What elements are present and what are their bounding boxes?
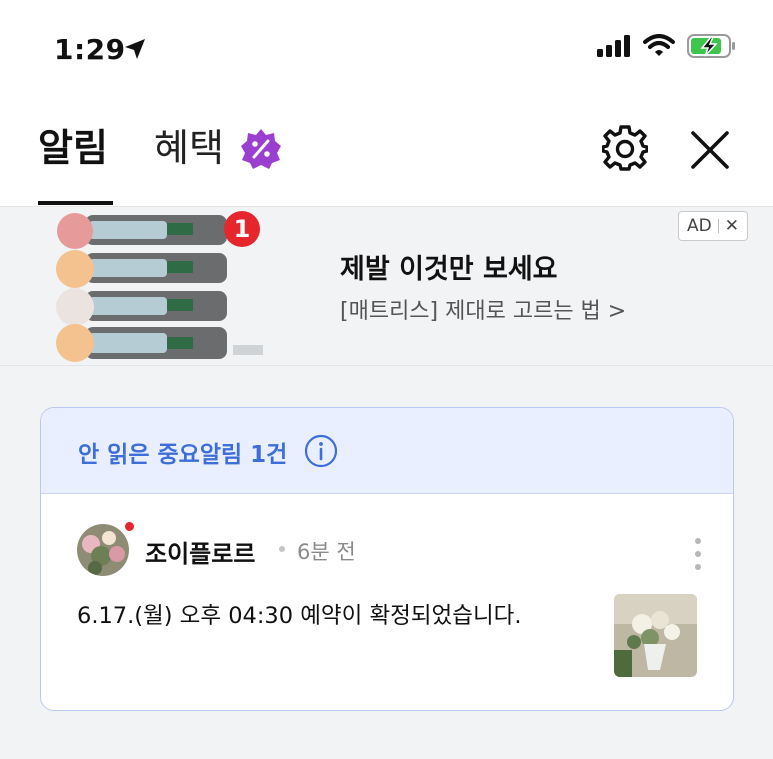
- wifi-icon: [643, 34, 675, 62]
- ad-tag-divider: [717, 219, 719, 233]
- ad-label: AD: [687, 216, 712, 236]
- cellular-signal-icon: [597, 35, 631, 61]
- important-notice-card: 안 읽은 중요알림 1건 조이플로르 6분 전 6.17.(월) 오후 04:3…: [40, 407, 734, 711]
- location-arrow-icon: [124, 38, 146, 64]
- notice-header-text: 안 읽은 중요알림 1건: [78, 442, 288, 468]
- ad-tag[interactable]: AD ✕: [678, 211, 748, 241]
- ad-close-icon[interactable]: ✕: [725, 216, 739, 236]
- tab-alarm[interactable]: 알림: [38, 122, 108, 174]
- notice-header: 안 읽은 중요알림 1건: [41, 408, 733, 494]
- app-header: [0, 100, 773, 207]
- kebab-menu-icon[interactable]: [691, 536, 705, 576]
- ad-banner[interactable]: 1 제발 이것만 보세요 [매트리스] 제대로 고르는 법 > AD ✕: [0, 207, 773, 366]
- status-time: 1:29: [54, 33, 126, 66]
- status-bar: 1:29: [0, 0, 773, 100]
- close-icon[interactable]: [690, 130, 730, 174]
- tab-benefit[interactable]: 혜택: [154, 122, 224, 174]
- separator-dot: [279, 546, 285, 552]
- notification-thumbnail[interactable]: [614, 594, 697, 677]
- percent-badge-icon: [240, 128, 282, 174]
- ad-subtitle[interactable]: [매트리스] 제대로 고르는 법 >: [340, 293, 626, 325]
- battery-charging-icon: [687, 34, 737, 62]
- time-ago: 6분 전: [297, 540, 356, 564]
- active-tab-indicator: [38, 201, 113, 205]
- avatar[interactable]: [77, 524, 129, 576]
- status-icons: [597, 34, 737, 62]
- gear-icon[interactable]: [601, 125, 649, 175]
- ad-title[interactable]: 제발 이것만 보세요: [340, 247, 558, 286]
- info-icon[interactable]: [304, 434, 338, 472]
- notification-message[interactable]: 6.17.(월) 오후 04:30 예약이 확정되었습니다.: [77, 598, 522, 630]
- unread-dot: [125, 522, 134, 531]
- ad-count-badge: 1: [224, 211, 260, 247]
- sender-name[interactable]: 조이플로르: [145, 534, 255, 569]
